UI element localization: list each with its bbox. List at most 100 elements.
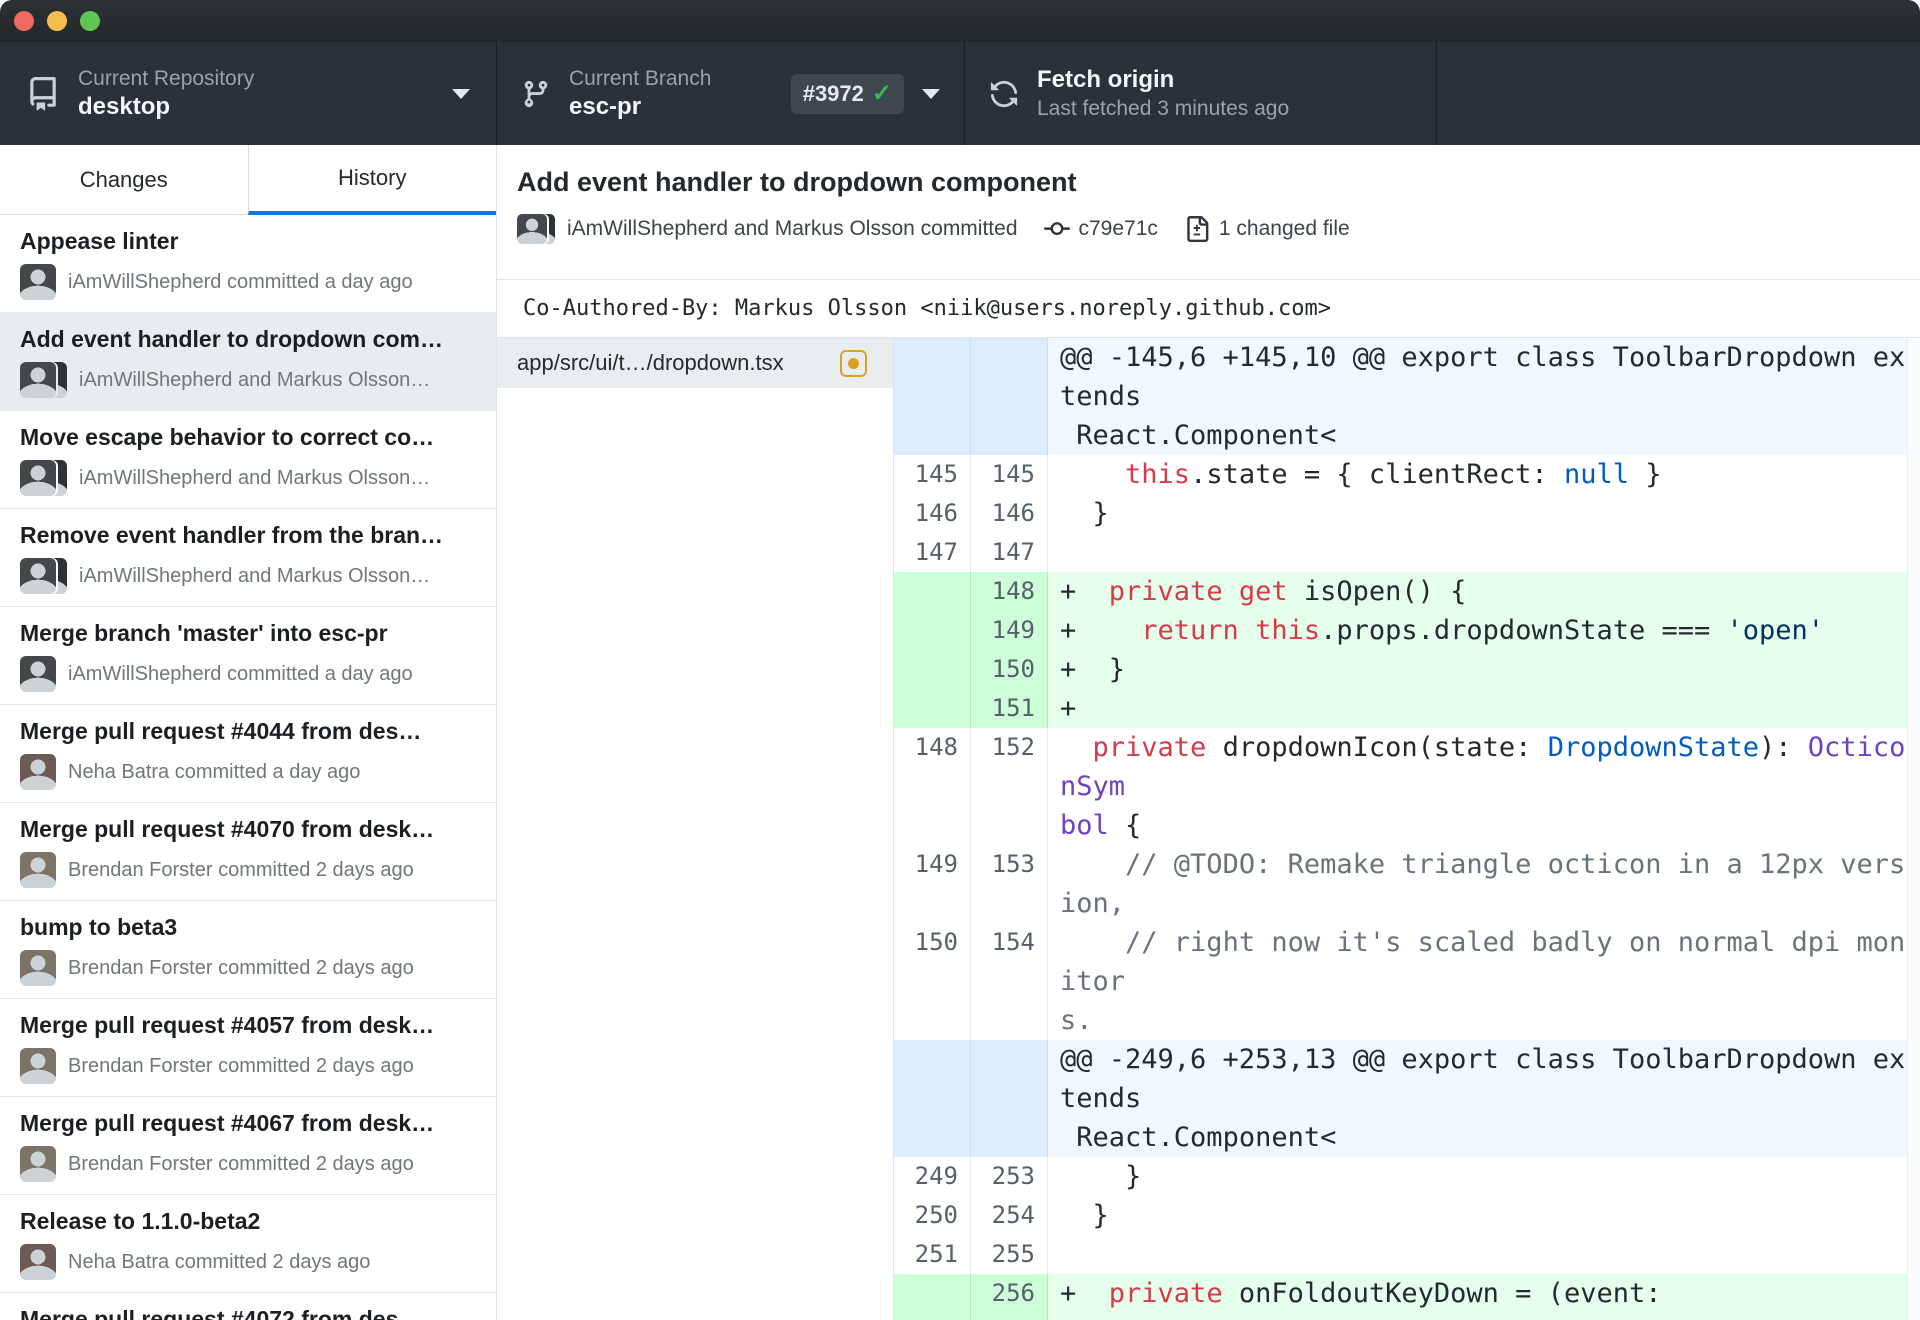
repository-name: desktop [78, 93, 171, 120]
diff-line: 250 254 } [894, 1196, 1920, 1235]
repository-label: Current Repository [78, 67, 255, 90]
avatar [20, 852, 56, 888]
app-window: Current Repository desktop Current Branc… [0, 0, 1920, 1320]
diff-line: 249 253 } [894, 1157, 1920, 1196]
commit-item-meta: Brendan Forster committed 2 days ago [68, 1152, 414, 1175]
commit-item-meta: Neha Batra committed a day ago [68, 760, 361, 783]
diff-line: 146 146 } [894, 494, 1920, 533]
changed-files-count[interactable]: 1 changed file [1219, 217, 1350, 241]
current-repository-button[interactable]: Current Repository desktop [0, 42, 497, 145]
changed-files-list: app/src/ui/t…/dropdown.tsx [497, 338, 894, 1320]
commit-item-meta: iAmWillShepherd and Markus Olsson… [79, 564, 431, 587]
commit-item-title: Add event handler to dropdown com… [20, 326, 443, 352]
avatar [20, 1244, 56, 1280]
commit-title: Add event handler to dropdown component [517, 167, 1077, 197]
commit-item-title: Merge branch 'master' into esc-pr [20, 620, 388, 646]
diff-line: 256 + private onFoldoutKeyDown = (event: … [894, 1274, 1920, 1320]
minimize-button[interactable] [47, 11, 67, 31]
avatar [20, 656, 56, 692]
scrollbar[interactable] [1907, 338, 1920, 1320]
commit-avatars [517, 214, 555, 244]
commit-item-meta: iAmWillShepherd and Markus Olsson… [79, 466, 431, 489]
avatar [20, 362, 67, 398]
fetch-origin-button[interactable]: Fetch origin Last fetched 3 minutes ago [965, 42, 1437, 145]
tab-history[interactable]: History [247, 145, 496, 215]
commit-item-title: Appease linter [20, 228, 179, 254]
chevron-down-icon [452, 88, 470, 99]
commit-list-item[interactable]: Move escape behavior to correct co… iAmWi… [0, 411, 496, 509]
avatar [20, 950, 56, 986]
changed-file-icon [1184, 216, 1210, 242]
tab-bar: Changes History [0, 145, 496, 215]
commit-list-item[interactable]: Merge branch 'master' into esc-pr iAmWill… [0, 607, 496, 705]
commit-item-title: Merge pull request #4057 from desk… [20, 1012, 435, 1038]
toolbar: Current Repository desktop Current Branc… [0, 42, 1920, 145]
file-path: app/src/ui/t…/dropdown.tsx [517, 350, 784, 375]
commit-list-item[interactable]: Merge pull request #4072 from des… [0, 1293, 496, 1320]
branch-label: Current Branch [569, 67, 712, 90]
fetch-title: Fetch origin [1037, 66, 1175, 93]
title-bar[interactable] [0, 0, 1920, 42]
avatar [517, 214, 547, 244]
current-branch-button[interactable]: Current Branch esc-pr #3972 ✓ [497, 42, 965, 145]
pr-status-badge[interactable]: #3972 ✓ [790, 73, 904, 114]
avatar [20, 1146, 56, 1182]
diff-hunk-header: @@ -145,6 +145,10 @@ export class Toolba… [894, 338, 1920, 455]
commit-sha[interactable]: c79e71c [1079, 217, 1158, 241]
diff-hunk-header: @@ -249,6 +253,13 @@ export class Toolba… [894, 1040, 1920, 1157]
diff-line: 149 153 // @TODO: Remake triangle octicon… [894, 845, 1920, 923]
commit-item-title: Remove event handler from the bran… [20, 522, 444, 548]
avatar [20, 558, 67, 594]
commit-list[interactable]: Appease linter iAmWillShepherd committed … [0, 215, 496, 1320]
commit-item-title: Release to 1.1.0-beta2 [20, 1208, 261, 1234]
commit-item-meta: Brendan Forster committed 2 days ago [68, 956, 414, 979]
commit-authors: iAmWillShepherd and Markus Olsson commit… [567, 217, 1018, 240]
repo-icon [26, 76, 60, 111]
commit-item-meta: iAmWillShepherd and Markus Olsson… [79, 368, 431, 391]
modified-status-icon [840, 349, 867, 377]
git-commit-icon [1043, 216, 1070, 242]
diff-line: 150 154 // right now it's scaled badly on… [894, 923, 1920, 1040]
fetch-subtitle: Last fetched 3 minutes ago [1037, 97, 1290, 120]
history-sidebar: Changes History Appease linter iAmWillShep… [0, 145, 497, 1320]
file-row[interactable]: app/src/ui/t…/dropdown.tsx [497, 338, 893, 388]
pr-number: #3972 [802, 80, 864, 106]
commit-detail: Add event handler to dropdown component … [497, 145, 1920, 1320]
diff-line: 150 + } [894, 650, 1920, 689]
diff-line: 148 152 private dropdownIcon(state: Dropd… [894, 728, 1920, 845]
commit-item-title: Merge pull request #4067 from desk… [20, 1110, 435, 1136]
close-button[interactable] [14, 11, 34, 31]
commit-list-item[interactable]: Merge pull request #4067 from desk… Brend… [0, 1097, 496, 1195]
commit-description: Co-Authored-By: Markus Olsson <niik@user… [497, 280, 1920, 338]
avatar [20, 1048, 56, 1084]
zoom-button[interactable] [80, 11, 100, 31]
branch-name: esc-pr [569, 93, 642, 120]
diff-line: 149 + return this.props.dropdownState ===… [894, 611, 1920, 650]
git-branch-icon [521, 79, 551, 109]
avatar [20, 460, 67, 496]
commit-list-item[interactable]: Merge pull request #4057 from desk… Brend… [0, 999, 496, 1097]
commit-item-title: bump to beta3 [20, 914, 178, 940]
commit-list-item[interactable]: bump to beta3 Brendan Forster committed 2… [0, 901, 496, 999]
commit-list-item[interactable]: Appease linter iAmWillShepherd committed … [0, 215, 496, 313]
diff-line: 147 147 [894, 533, 1920, 572]
chevron-down-icon [922, 88, 940, 99]
diff-line: 145 145 this.state = { clientRect: null } [894, 455, 1920, 494]
diff-view[interactable]: @@ -145,6 +145,10 @@ export class Toolba… [894, 338, 1920, 1320]
diff-line: 151 + [894, 689, 1920, 728]
commit-item-meta: iAmWillShepherd committed a day ago [68, 662, 413, 685]
commit-list-item[interactable]: Merge pull request #4070 from desk… Brend… [0, 803, 496, 901]
commit-item-title: Move escape behavior to correct co… [20, 424, 435, 450]
commit-item-meta: Brendan Forster committed 2 days ago [68, 858, 414, 881]
commit-list-item[interactable]: Release to 1.1.0-beta2 Neha Batra committ… [0, 1195, 496, 1293]
commit-list-item[interactable]: Add event handler to dropdown com… iAmWil… [0, 313, 496, 411]
commit-item-meta: Brendan Forster committed 2 days ago [68, 1054, 414, 1077]
commit-item-title: Merge pull request #4072 from des… [20, 1306, 422, 1320]
tab-changes[interactable]: Changes [0, 145, 248, 215]
commit-list-item[interactable]: Merge pull request #4044 from des… Neha B… [0, 705, 496, 803]
commit-header: Add event handler to dropdown component … [497, 145, 1920, 280]
commit-list-item[interactable]: Remove event handler from the bran… iAmWi… [0, 509, 496, 607]
avatar [20, 264, 56, 300]
commit-item-title: Merge pull request #4070 from desk… [20, 816, 435, 842]
